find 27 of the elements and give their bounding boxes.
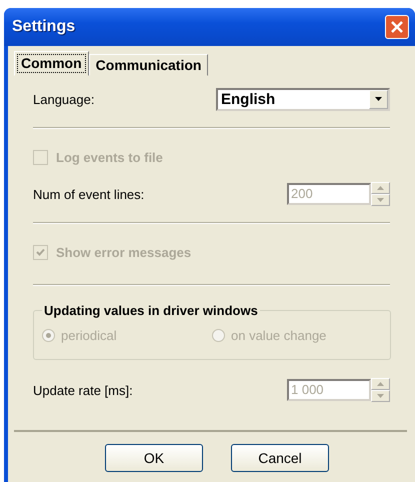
checkbox-label: Show error messages: [56, 244, 192, 260]
window-title: Settings: [12, 18, 76, 36]
field-label: Update rate [ms]:: [33, 382, 133, 398]
tab[interactable]: Common: [14, 51, 89, 76]
cancel-button[interactable]: Cancel: [231, 444, 329, 472]
check-icon: [36, 248, 45, 256]
checkbox-label: Log events to file: [56, 150, 163, 164]
language-dropdown[interactable]: English: [216, 88, 390, 110]
close-button[interactable]: [385, 15, 409, 39]
down-arrow-icon: [375, 97, 382, 101]
tab[interactable]: Communication: [88, 54, 208, 76]
spin-up-button[interactable]: [371, 378, 390, 390]
dropdown-button[interactable]: [369, 90, 388, 108]
spin-up-button[interactable]: [371, 182, 390, 194]
radio-label: on value change: [231, 328, 326, 343]
up-arrow-icon: [377, 186, 384, 190]
down-arrow-icon: [377, 394, 384, 398]
group-title: Updating values in driver windows: [43, 303, 259, 318]
spin-down-button[interactable]: [371, 194, 390, 206]
field-label: Language:: [33, 92, 94, 106]
radio-label: periodical: [61, 328, 117, 343]
field-label: Num of event lines:: [33, 186, 144, 202]
up-arrow-icon: [377, 382, 384, 386]
spin-down-button[interactable]: [371, 390, 390, 402]
down-arrow-icon: [377, 198, 384, 202]
close-icon: [390, 20, 404, 34]
ok-button[interactable]: OK: [105, 444, 203, 472]
